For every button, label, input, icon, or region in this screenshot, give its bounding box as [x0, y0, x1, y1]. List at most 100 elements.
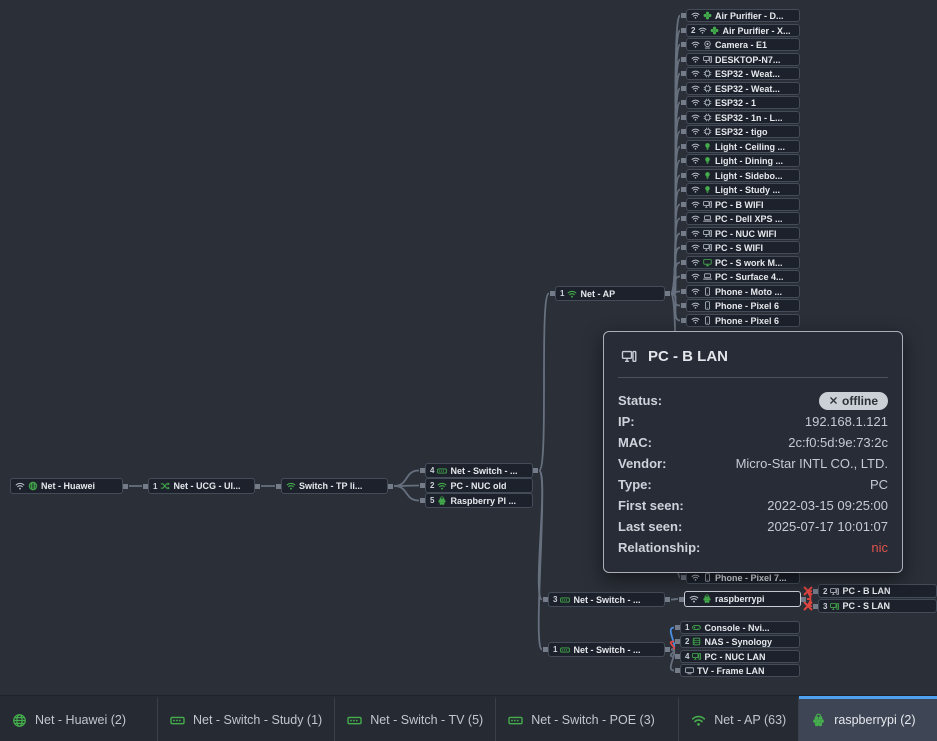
node-label: ESP32 - tigo — [715, 127, 768, 137]
node-ap1[interactable]: Air Purifier - D... — [686, 9, 800, 22]
tab-label: Net - Switch - POE (3) — [531, 713, 655, 727]
node-raspi_old[interactable]: 5Raspberry PI ... — [425, 493, 533, 508]
node-ap8[interactable]: ESP32 - 1n - L... — [686, 111, 800, 124]
node-ap3[interactable]: Camera - E1 — [686, 38, 800, 51]
fan-icon — [710, 26, 719, 35]
node-ucg[interactable]: 1Net - UCG - Ul... — [148, 478, 255, 494]
popup-divider — [618, 377, 888, 378]
node-console[interactable]: 1Console - Nvi... — [680, 621, 800, 634]
port-number: 2 — [430, 481, 434, 490]
node-ap16[interactable]: PC - NUC WIFI — [686, 227, 800, 240]
popup-header: PC - B LAN — [618, 344, 888, 377]
node-ap6[interactable]: ESP32 - Weat... — [686, 82, 800, 95]
detail-value: nic — [871, 540, 888, 555]
node-label: Light - Ceiling ... — [715, 142, 785, 152]
detail-row: Type:PC — [618, 474, 888, 495]
chip-icon — [703, 127, 712, 136]
tab-net-switch-study[interactable]: Net - Switch - Study (1) — [158, 696, 335, 741]
tab-net-huawei[interactable]: Net - Huawei (2) — [0, 696, 158, 741]
node-label: Net - Switch - ... — [573, 645, 640, 655]
node-ap11[interactable]: Light - Dining ... — [686, 154, 800, 167]
left-port — [675, 625, 680, 630]
left-port — [681, 274, 686, 279]
left-port — [143, 484, 148, 489]
node-label: ESP32 - 1 — [715, 98, 756, 108]
right-port — [123, 484, 128, 489]
bulb-icon — [703, 171, 712, 180]
tab-net-switch-poe[interactable]: Net - Switch - POE (3) — [496, 696, 679, 741]
tab-net-switch-tv[interactable]: Net - Switch - TV (5) — [335, 696, 496, 741]
node-nuclan[interactable]: 4PC - NUC LAN — [680, 650, 800, 663]
desktop-icon — [703, 200, 712, 209]
node-label: raspberrypi — [715, 594, 765, 604]
node-ap18[interactable]: PC - S work M... — [686, 256, 800, 269]
tab-raspberrypi[interactable]: raspberrypi (2) — [799, 696, 937, 741]
desktop-icon — [703, 243, 712, 252]
left-port — [681, 13, 686, 18]
node-ap13[interactable]: Light - Study ... — [686, 183, 800, 196]
shuffle-icon — [160, 481, 170, 491]
node-label: Light - Sidebo... — [715, 171, 783, 181]
left-port — [681, 173, 686, 178]
wifi-icon — [691, 316, 700, 325]
chip-icon — [703, 69, 712, 78]
detail-label: Last seen: — [618, 519, 682, 534]
node-label: PC - S work M... — [715, 258, 783, 268]
node-label: PC - Surface 4... — [715, 272, 784, 282]
node-sw_top[interactable]: 4Net - Switch - ... — [425, 463, 533, 478]
tab-label: Net - Huawei (2) — [35, 713, 126, 727]
detail-row: Status:offline — [618, 390, 888, 411]
node-ap12[interactable]: Light - Sidebo... — [686, 169, 800, 182]
node-label: PC - Dell XPS ... — [715, 214, 783, 224]
node-tplink[interactable]: Switch - TP li... — [281, 478, 388, 494]
node-netap[interactable]: 1Net - AP — [555, 286, 665, 301]
node-ap21[interactable]: Phone - Pixel 6 — [686, 299, 800, 312]
node-ap15[interactable]: PC - Dell XPS ... — [686, 212, 800, 225]
edge-tplink-raspi_old — [394, 486, 419, 501]
node-ap10[interactable]: Light - Ceiling ... — [686, 140, 800, 153]
node-sw_mid[interactable]: 3Net - Switch - ... — [548, 592, 665, 607]
node-ap9[interactable]: ESP32 - tigo — [686, 125, 800, 138]
node-tvframe[interactable]: TV - Frame LAN — [680, 664, 800, 677]
edge-sw_mid-raspberrypi — [671, 599, 678, 600]
node-nas[interactable]: 2NAS - Synology — [680, 635, 800, 648]
node-ap7[interactable]: ESP32 - 1 — [686, 96, 800, 109]
node-huawei[interactable]: Net - Huawei — [10, 478, 123, 494]
left-port — [681, 260, 686, 265]
node-ap4[interactable]: DESKTOP-N7... — [686, 53, 800, 66]
node-ap5[interactable]: ESP32 - Weat... — [686, 67, 800, 80]
left-port — [681, 289, 686, 294]
node-label: Phone - Pixel 6 — [715, 316, 779, 326]
globe-icon — [12, 713, 27, 728]
node-ap20[interactable]: Phone - Moto ... — [686, 285, 800, 298]
wifi-icon — [691, 11, 700, 20]
detail-row: Vendor:Micro-Star INTL CO., LTD. — [618, 453, 888, 474]
detail-value: 2c:f0:5d:9e:73:2c — [788, 435, 888, 450]
left-port — [543, 647, 548, 652]
raspberry-icon — [437, 496, 447, 506]
device-details-popup: PC - B LAN Status:offlineIP:192.168.1.12… — [603, 331, 903, 573]
port-number: 3 — [553, 595, 557, 604]
node-label: Phone - Moto ... — [715, 287, 782, 297]
tab-net-ap[interactable]: Net - AP (63) — [679, 696, 799, 741]
node-raspberrypi[interactable]: raspberrypi — [684, 591, 801, 607]
switch-icon — [170, 713, 185, 728]
node-label: Camera - E1 — [715, 40, 767, 50]
left-port — [681, 158, 686, 163]
node-ap22[interactable]: Phone - Pixel 6 — [686, 314, 800, 327]
fan-icon — [703, 11, 712, 20]
tv-icon — [685, 666, 694, 675]
wifi-icon — [691, 156, 700, 165]
left-port — [681, 129, 686, 134]
node-ap14[interactable]: PC - B WIFI — [686, 198, 800, 211]
node-ap17[interactable]: PC - S WIFI — [686, 241, 800, 254]
node-ap19[interactable]: PC - Surface 4... — [686, 270, 800, 283]
node-pcs[interactable]: 3PC - S LAN — [818, 599, 937, 613]
detail-label: Vendor: — [618, 456, 666, 471]
node-pcb[interactable]: 2PC - B LAN — [818, 584, 937, 598]
node-label: PC - S LAN — [842, 601, 890, 611]
node-ap2[interactable]: 2Air Purifier - X... — [686, 24, 800, 37]
node-sw_bot[interactable]: 1Net - Switch - ... — [548, 642, 665, 657]
right-port — [665, 597, 670, 602]
node-nuc_old[interactable]: 2PC - NUC old — [425, 478, 533, 493]
